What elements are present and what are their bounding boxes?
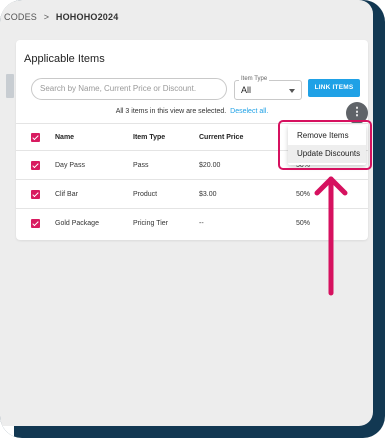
item-discount: 50% (296, 190, 311, 198)
annotation-arrow-icon (314, 176, 348, 296)
item-name: Day Pass (55, 161, 85, 169)
row-checkbox[interactable] (31, 189, 40, 199)
row-checkbox[interactable] (31, 160, 40, 170)
side-panel-tab[interactable] (6, 74, 14, 98)
column-header-item-type[interactable]: Item Type (133, 124, 165, 150)
app-screen: CODES > HOHOHO2024 Applicable Items Sear… (0, 0, 373, 426)
item-type: Pricing Tier (133, 219, 169, 227)
annotation-highlight-box (278, 120, 372, 170)
breadcrumb-current: HOHOHO2024 (55, 12, 119, 22)
item-type-select[interactable]: Item Type All (234, 76, 302, 100)
item-price: -- (199, 219, 204, 227)
column-header-current-price[interactable]: Current Price (199, 124, 243, 150)
item-name: Gold Package (55, 219, 99, 227)
item-type-label: Item Type (239, 76, 270, 82)
item-type-value: All (241, 85, 252, 95)
card-title: Applicable Items (24, 53, 105, 65)
deselect-all-link[interactable]: Deselect all. (230, 108, 268, 115)
device-frame: CODES > HOHOHO2024 Applicable Items Sear… (0, 0, 385, 438)
column-header-name[interactable]: Name (55, 124, 74, 150)
selection-status-text: All 3 items in this view are selected. (115, 108, 227, 115)
item-type: Pass (133, 161, 149, 169)
item-price: $20.00 (199, 161, 221, 169)
frame-corner (0, 424, 14, 438)
item-discount: 50% (296, 219, 311, 227)
item-price: $3.00 (199, 190, 217, 198)
item-type: Product (133, 190, 158, 198)
selection-status: All 3 items in this view are selected. D… (16, 108, 368, 115)
search-input[interactable]: Search by Name, Current Price or Discoun… (31, 78, 227, 100)
select-all-checkbox[interactable] (31, 132, 40, 142)
row-checkbox[interactable] (31, 218, 40, 228)
item-name: Clif Bar (55, 190, 78, 198)
chevron-down-icon (289, 89, 295, 93)
breadcrumb: CODES > HOHOHO2024 (4, 12, 118, 22)
breadcrumb-parent-link[interactable]: CODES (4, 12, 37, 22)
breadcrumb-separator: > (43, 12, 50, 22)
link-items-button[interactable]: LINK ITEMS (308, 79, 360, 97)
